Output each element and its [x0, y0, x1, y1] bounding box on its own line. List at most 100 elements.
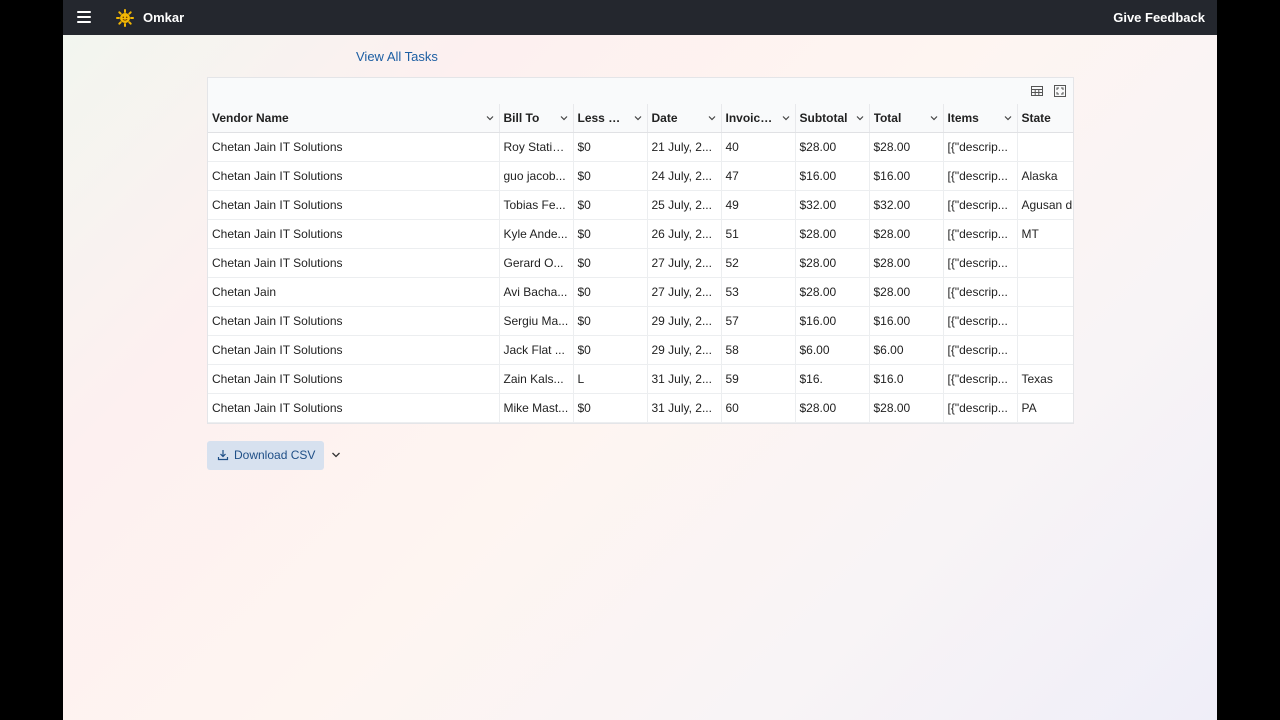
vendor-name-cell[interactable]: Chetan Jain IT Solutions — [208, 393, 500, 423]
less-discount-cell[interactable]: $0 — [573, 393, 648, 423]
subtotal-cell[interactable]: $28.00 — [795, 132, 870, 162]
bill-to-cell[interactable]: Tobias Fe... — [499, 190, 574, 220]
state-cell[interactable] — [1017, 277, 1073, 307]
chevron-down-icon[interactable] — [634, 115, 642, 121]
invoice-cell[interactable]: 59 — [721, 364, 796, 394]
subtotal-cell[interactable]: $32.00 — [795, 190, 870, 220]
vendor-name-cell[interactable]: Chetan Jain IT Solutions — [208, 364, 500, 394]
total-cell[interactable]: $28.00 — [869, 248, 944, 278]
subtotal-cell[interactable]: $28.00 — [795, 219, 870, 249]
date-cell[interactable]: 29 July, 2... — [647, 306, 722, 336]
total-cell[interactable]: $28.00 — [869, 132, 944, 162]
chevron-down-icon[interactable] — [782, 115, 790, 121]
table-row[interactable]: Chetan Jain IT Solutions Sergiu Ma... $0 29… — [208, 306, 1073, 336]
column-header-state[interactable]: State — [1017, 104, 1073, 133]
total-cell[interactable]: $6.00 — [869, 335, 944, 365]
column-header-bill-to[interactable]: Bill To — [499, 104, 574, 133]
bill-to-cell[interactable]: Mike Mast... — [499, 393, 574, 423]
table-row[interactable]: Chetan Jain IT Solutions Jack Flat ... $0 2… — [208, 335, 1073, 365]
column-header-subtotal[interactable]: Subtotal — [795, 104, 870, 133]
items-cell[interactable]: [{"descrip... — [943, 306, 1018, 336]
items-cell[interactable]: [{"descrip... — [943, 219, 1018, 249]
bill-to-cell[interactable]: Avi Bacha... — [499, 277, 574, 307]
date-cell[interactable]: 26 July, 2... — [647, 219, 722, 249]
table-row[interactable]: Chetan Jain IT Solutions Mike Mast... $0 31… — [208, 393, 1073, 423]
table-row[interactable]: Chetan Jain IT Solutions Gerard O... $0 27 … — [208, 248, 1073, 278]
vendor-name-cell[interactable]: Chetan Jain — [208, 277, 500, 307]
column-header-vendor-name[interactable]: Vendor Name — [208, 104, 500, 133]
items-cell[interactable]: [{"descrip... — [943, 161, 1018, 191]
total-cell[interactable]: $16.00 — [869, 161, 944, 191]
total-cell[interactable]: $16.00 — [869, 306, 944, 336]
subtotal-cell[interactable]: $16.00 — [795, 306, 870, 336]
column-header-less-discount[interactable]: Less Di... — [573, 104, 648, 133]
less-discount-cell[interactable]: $0 — [573, 161, 648, 191]
table-row[interactable]: Chetan Jain IT Solutions Kyle Ande... $0 26… — [208, 219, 1073, 249]
table-row[interactable]: Chetan Jain Avi Bacha... $0 27 July, 2... 53… — [208, 277, 1073, 307]
vendor-name-cell[interactable]: Chetan Jain IT Solutions — [208, 190, 500, 220]
total-cell[interactable]: $16.0 — [869, 364, 944, 394]
invoice-cell[interactable]: 49 — [721, 190, 796, 220]
date-cell[interactable]: 27 July, 2... — [647, 248, 722, 278]
less-discount-cell[interactable]: $0 — [573, 248, 648, 278]
less-discount-cell[interactable]: $0 — [573, 277, 648, 307]
chevron-down-icon[interactable] — [856, 115, 864, 121]
date-cell[interactable]: 27 July, 2... — [647, 277, 722, 307]
chevron-down-icon[interactable] — [930, 115, 938, 121]
state-cell[interactable]: Alaska — [1017, 161, 1073, 191]
chevron-down-icon[interactable] — [486, 115, 494, 121]
total-cell[interactable]: $32.00 — [869, 190, 944, 220]
vendor-name-cell[interactable]: Chetan Jain IT Solutions — [208, 335, 500, 365]
table-row[interactable]: Chetan Jain IT Solutions Tobias Fe... $0 25… — [208, 190, 1073, 220]
chevron-down-icon[interactable] — [1004, 115, 1012, 121]
bill-to-cell[interactable]: Jack Flat ... — [499, 335, 574, 365]
less-discount-cell[interactable]: $0 — [573, 219, 648, 249]
chevron-down-icon[interactable] — [708, 115, 716, 121]
state-cell[interactable]: Texas — [1017, 364, 1073, 394]
vendor-name-cell[interactable]: Chetan Jain IT Solutions — [208, 248, 500, 278]
table-row[interactable]: Chetan Jain IT Solutions Zain Kals... L 31 … — [208, 364, 1073, 394]
bill-to-cell[interactable]: Zain Kals... — [499, 364, 574, 394]
items-cell[interactable]: [{"descrip... — [943, 277, 1018, 307]
invoice-cell[interactable]: 60 — [721, 393, 796, 423]
state-cell[interactable]: MT — [1017, 219, 1073, 249]
chevron-down-icon[interactable] — [560, 115, 568, 121]
fullscreen-icon[interactable] — [1053, 84, 1067, 98]
less-discount-cell[interactable]: $0 — [573, 190, 648, 220]
items-cell[interactable]: [{"descrip... — [943, 364, 1018, 394]
bill-to-cell[interactable]: Kyle Ande... — [499, 219, 574, 249]
date-cell[interactable]: 29 July, 2... — [647, 335, 722, 365]
hamburger-icon[interactable] — [77, 11, 91, 23]
total-cell[interactable]: $28.00 — [869, 219, 944, 249]
table-row[interactable]: Chetan Jain IT Solutions Roy Statio... $0 2… — [208, 132, 1073, 162]
items-cell[interactable]: [{"descrip... — [943, 248, 1018, 278]
less-discount-cell[interactable]: $0 — [573, 306, 648, 336]
state-cell[interactable] — [1017, 248, 1073, 278]
bill-to-cell[interactable]: Roy Statio... — [499, 132, 574, 162]
date-cell[interactable]: 21 July, 2... — [647, 132, 722, 162]
invoice-cell[interactable]: 57 — [721, 306, 796, 336]
column-header-date[interactable]: Date — [647, 104, 722, 133]
bill-to-cell[interactable]: Gerard O... — [499, 248, 574, 278]
invoice-cell[interactable]: 47 — [721, 161, 796, 191]
state-cell[interactable]: PA — [1017, 393, 1073, 423]
subtotal-cell[interactable]: $16.00 — [795, 161, 870, 191]
vendor-name-cell[interactable]: Chetan Jain IT Solutions — [208, 132, 500, 162]
state-cell[interactable] — [1017, 132, 1073, 162]
invoice-cell[interactable]: 58 — [721, 335, 796, 365]
less-discount-cell[interactable]: $0 — [573, 132, 648, 162]
invoice-cell[interactable]: 40 — [721, 132, 796, 162]
total-cell[interactable]: $28.00 — [869, 393, 944, 423]
date-cell[interactable]: 31 July, 2... — [647, 364, 722, 394]
view-all-tasks-link[interactable]: View All Tasks — [356, 49, 438, 64]
date-cell[interactable]: 31 July, 2... — [647, 393, 722, 423]
less-discount-cell[interactable]: L — [573, 364, 648, 394]
subtotal-cell[interactable]: $28.00 — [795, 277, 870, 307]
chevron-down-icon[interactable] — [331, 451, 341, 459]
state-cell[interactable] — [1017, 306, 1073, 336]
subtotal-cell[interactable]: $28.00 — [795, 393, 870, 423]
invoice-cell[interactable]: 52 — [721, 248, 796, 278]
column-header-invoice[interactable]: Invoice... — [721, 104, 796, 133]
table-columns-icon[interactable] — [1030, 84, 1044, 98]
invoice-cell[interactable]: 53 — [721, 277, 796, 307]
